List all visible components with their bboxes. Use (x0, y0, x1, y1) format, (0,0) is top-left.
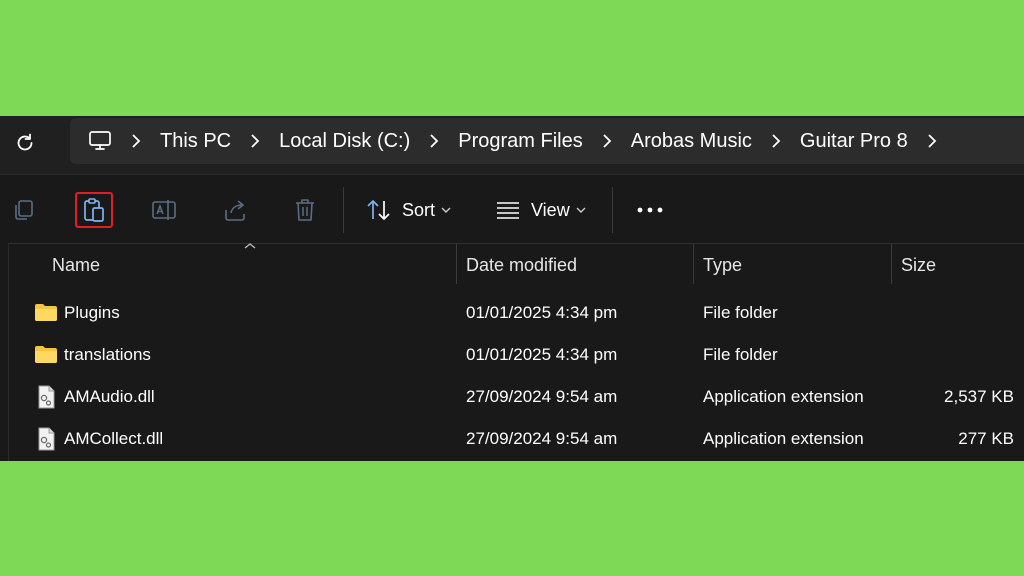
rename-button[interactable] (150, 193, 178, 227)
breadcrumb[interactable]: This PC Local Disk (C:) Program Files Ar… (70, 118, 1024, 164)
more-icon (637, 207, 663, 213)
file-date: 01/01/2025 4:34 pm (466, 345, 618, 364)
file-size (901, 334, 1014, 376)
file-row[interactable]: AMAudio.dll 27/09/2024 9:54 am Applicati… (0, 376, 1024, 418)
copy-button[interactable] (10, 193, 38, 227)
chevron-right-icon[interactable] (243, 134, 267, 148)
column-header-date[interactable]: Date modified (466, 244, 577, 286)
sort-ascending-icon (244, 243, 256, 249)
refresh-button[interactable] (12, 130, 38, 156)
delete-icon (296, 199, 314, 221)
share-button[interactable] (221, 193, 249, 227)
chevron-right-icon[interactable] (124, 134, 148, 148)
toolbar-divider (612, 187, 613, 233)
view-icon (497, 202, 519, 219)
breadcrumb-local-disk[interactable]: Local Disk (C:) (279, 130, 410, 153)
delete-button[interactable] (291, 193, 319, 227)
breadcrumb-this-pc[interactable]: This PC (160, 130, 231, 153)
file-date: 27/09/2024 9:54 am (466, 387, 618, 406)
chevron-right-icon[interactable] (764, 134, 788, 148)
paste-icon (84, 198, 104, 222)
breadcrumb-arobas-music[interactable]: Arobas Music (631, 130, 752, 153)
column-header-type[interactable]: Type (703, 244, 742, 286)
refresh-icon (17, 133, 33, 151)
file-row[interactable]: AMCollect.dll 27/09/2024 9:54 am Applica… (0, 418, 1024, 460)
chevron-down-icon (441, 207, 451, 213)
column-header-name[interactable]: Name (52, 244, 100, 286)
address-row: This PC Local Disk (C:) Program Files Ar… (0, 116, 1024, 175)
chevron-down-icon (576, 207, 586, 213)
sort-button[interactable]: Sort (366, 193, 451, 227)
file-name: AMCollect.dll (64, 429, 164, 448)
breadcrumb-program-files[interactable]: Program Files (458, 130, 582, 153)
column-divider[interactable] (456, 244, 457, 284)
rename-icon (152, 200, 176, 220)
file-type: Application extension (703, 429, 864, 448)
view-label: View (531, 199, 570, 220)
file-row[interactable]: Plugins 01/01/2025 4:34 pm File folder (0, 292, 1024, 334)
sort-label: Sort (402, 199, 436, 220)
file-size: 2,537 KB (944, 387, 1014, 406)
view-button[interactable]: View (495, 193, 586, 227)
file-name: translations (64, 345, 151, 364)
chevron-right-icon[interactable] (595, 134, 619, 148)
sort-icon (367, 200, 390, 220)
file-size: 277 KB (958, 429, 1014, 448)
toolbar-divider (343, 187, 344, 233)
dll-file-icon (38, 427, 55, 451)
file-type: Application extension (703, 387, 864, 406)
file-explorer-window: This PC Local Disk (C:) Program Files Ar… (0, 116, 1024, 461)
this-pc-icon[interactable] (88, 129, 112, 153)
share-icon (225, 200, 245, 221)
more-options-button[interactable] (634, 193, 666, 227)
file-name: Plugins (64, 303, 120, 322)
paste-button[interactable] (75, 192, 113, 228)
column-divider[interactable] (891, 244, 892, 284)
file-type: File folder (703, 303, 778, 322)
folder-icon (35, 304, 57, 321)
command-bar: Sort View (0, 175, 1024, 244)
folder-icon (35, 346, 57, 363)
file-name: AMAudio.dll (64, 387, 155, 406)
file-date: 27/09/2024 9:54 am (466, 429, 618, 448)
copy-icon (15, 200, 33, 220)
file-row[interactable]: translations 01/01/2025 4:34 pm File fol… (0, 334, 1024, 376)
file-size (901, 292, 1014, 334)
column-header-size[interactable]: Size (901, 244, 936, 286)
file-date: 01/01/2025 4:34 pm (466, 303, 618, 322)
chevron-right-icon[interactable] (422, 134, 446, 148)
breadcrumb-guitar-pro-8[interactable]: Guitar Pro 8 (800, 130, 908, 153)
dll-file-icon (38, 385, 55, 409)
chevron-right-icon[interactable] (920, 134, 944, 148)
file-type: File folder (703, 345, 778, 364)
column-divider[interactable] (693, 244, 694, 284)
